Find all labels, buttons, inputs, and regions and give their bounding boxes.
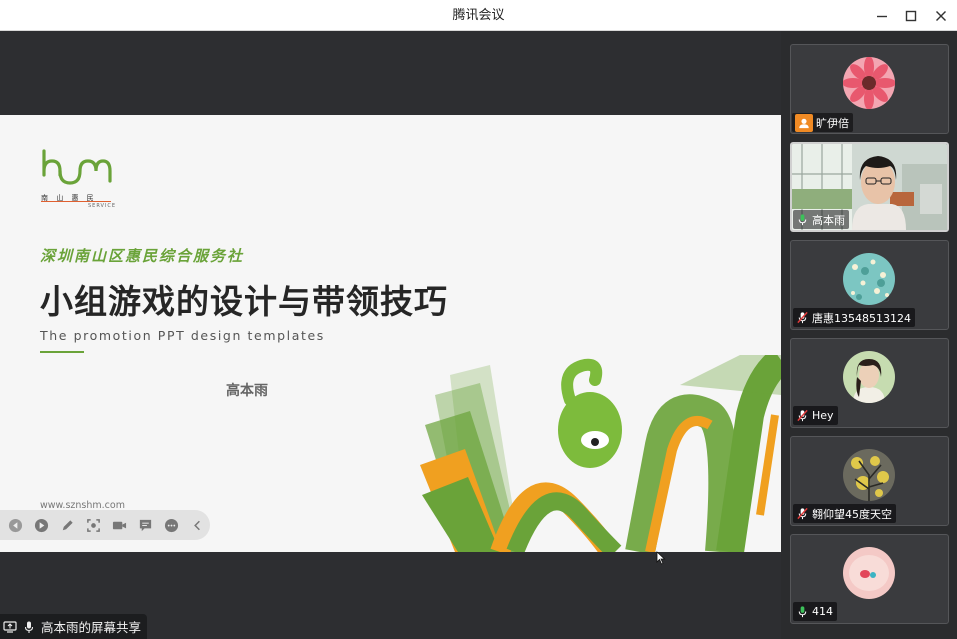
participant-name: 高本雨 [812, 213, 845, 227]
pen-button[interactable] [59, 517, 76, 534]
screen-share-area[interactable]: 南 山 惠 民 SERVICE 深圳南山区惠民综合服务社 小组游戏的设计与带领技… [0, 31, 781, 639]
prev-icon [8, 518, 23, 532]
microphone-icon [798, 214, 807, 226]
participant-nametag: 唐惠13548513124 [793, 308, 915, 327]
participant-tile[interactable]: 旷伊倍 [790, 44, 949, 134]
camera-icon [112, 521, 127, 529]
participant-tile[interactable]: Hey [790, 338, 949, 428]
participant-tile[interactable]: 翱仰望45度天空 [790, 436, 949, 526]
prev-slide-button[interactable] [7, 517, 24, 534]
subtitle-underline [40, 351, 84, 353]
camera-button[interactable] [111, 517, 128, 534]
participant-nametag: 旷伊倍 [792, 113, 853, 132]
comment-icon [139, 519, 152, 531]
close-button[interactable] [931, 6, 951, 26]
screen-share-label: 高本雨的屏幕共享 [41, 620, 142, 635]
collapse-icon [194, 520, 200, 530]
logo-rule [41, 201, 111, 202]
title-bar: 腾讯会议 [0, 0, 957, 31]
minimize-button[interactable] [872, 6, 892, 26]
floral-avatar-icon [843, 253, 895, 305]
participant-nametag: 翱仰望45度天空 [793, 504, 896, 523]
participants-panel: 旷伊倍 高本雨 唐惠13548513124 Hey 翱仰望45度天空 414 [781, 31, 957, 639]
avatar [843, 57, 895, 109]
participant-tile[interactable]: 414 [790, 534, 949, 624]
cursor-icon [656, 551, 666, 565]
participant-nametag: 高本雨 [793, 210, 849, 229]
participant-nametag: Hey [793, 406, 838, 425]
minimize-icon [877, 15, 887, 18]
more-button[interactable] [163, 517, 180, 534]
participant-nametag: 414 [793, 602, 837, 621]
pink-avatar-icon [843, 547, 895, 599]
microphone-muted-icon [797, 311, 808, 324]
window-title: 腾讯会议 [452, 8, 505, 23]
avatar [843, 253, 895, 305]
play-button[interactable] [33, 517, 50, 534]
participant-name: 旷伊倍 [816, 116, 849, 130]
participant-name: 唐惠13548513124 [812, 311, 911, 325]
presentation-slide: 南 山 惠 民 SERVICE 深圳南山区惠民综合服务社 小组游戏的设计与带领技… [0, 115, 781, 552]
meeting-window: 腾讯会议 南 山 惠 民 SERVICE 深圳南山区惠民综合服务社 小组游戏的设… [0, 0, 957, 639]
organization-name: 深圳南山区惠民综合服务社 [40, 247, 245, 265]
play-icon [34, 518, 49, 532]
participant-name: Hey [812, 409, 834, 422]
microphone-muted-icon [797, 409, 808, 422]
flower-avatar-icon [843, 57, 895, 109]
participant-name: 翱仰望45度天空 [812, 507, 892, 521]
focus-button[interactable] [85, 517, 102, 534]
microphone-icon [24, 621, 34, 633]
more-icon [164, 518, 179, 532]
avatar [843, 547, 895, 599]
presenter-name: 高本雨 [226, 383, 268, 399]
microphone-muted-icon [797, 507, 808, 520]
participant-name: 414 [812, 605, 833, 618]
comment-button[interactable] [137, 517, 154, 534]
decorative-hm-graphic [420, 355, 781, 552]
pen-icon [62, 519, 73, 530]
maximize-icon [905, 10, 917, 22]
presentation-toolbar [0, 510, 210, 540]
avatar [843, 351, 895, 403]
close-icon [936, 11, 946, 21]
logo-sub: SERVICE [88, 203, 117, 209]
user-icon [795, 113, 813, 132]
participant-video-tile[interactable]: 高本雨 [790, 142, 949, 232]
slide-subtitle: The promotion PPT design templates [40, 328, 325, 343]
collapse-toolbar-button[interactable] [189, 517, 206, 534]
participant-tile[interactable]: 唐惠13548513124 [790, 240, 949, 330]
screen-share-badge: 高本雨的屏幕共享 [0, 614, 148, 639]
focus-icon [87, 518, 100, 532]
avatar [843, 449, 895, 501]
portrait-avatar-icon [843, 351, 895, 403]
microphone-icon [798, 606, 807, 618]
tree-avatar-icon [843, 449, 895, 501]
slide-title: 小组游戏的设计与带领技巧 [40, 282, 448, 321]
screen-share-icon [3, 620, 17, 633]
maximize-button[interactable] [901, 6, 921, 26]
